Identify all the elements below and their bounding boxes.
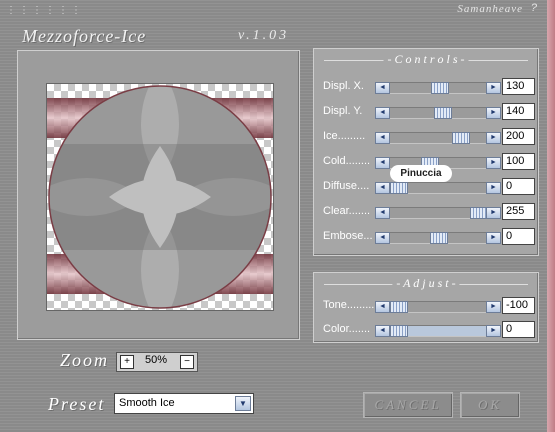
help-icon[interactable]: ?: [531, 2, 537, 14]
slider-thumb[interactable]: [430, 232, 448, 244]
controls-panel: - C o n t r o l s - Displ. X. ◄ ► 130 Displ.…: [313, 48, 539, 256]
slider-right-arrow-icon[interactable]: ►: [486, 107, 501, 119]
window-edge: [547, 0, 555, 432]
slider-track[interactable]: ◄ ►: [375, 82, 501, 94]
watermark-badge: Pinuccia: [390, 165, 452, 182]
adjust-panel: - A d j u s t - Tone......... ◄ ► -100 Color…: [313, 272, 539, 343]
zoom-in-button[interactable]: +: [120, 355, 134, 369]
slider-label: Displ. Y.: [323, 105, 363, 117]
slider-right-arrow-icon[interactable]: ►: [486, 182, 501, 194]
slider-value-input[interactable]: 0: [502, 178, 535, 195]
slider-value-input[interactable]: 140: [502, 103, 535, 120]
slider-label: Ice.........: [323, 130, 366, 142]
preset-dropdown[interactable]: Smooth Ice ▼: [114, 393, 254, 414]
slider-track[interactable]: ◄ ►: [375, 132, 501, 144]
slider-label: Diffuse....: [323, 180, 370, 192]
filter-title: Mezzoforce-Ice: [22, 26, 147, 46]
preview-panel: [17, 50, 300, 340]
slider-left-arrow-icon[interactable]: ◄: [375, 82, 390, 94]
brand-label: Samanheave: [457, 3, 523, 15]
slider-label: Displ. X.: [323, 80, 364, 92]
slider-right-arrow-icon[interactable]: ►: [486, 232, 501, 244]
slider-value-input[interactable]: 255: [502, 203, 535, 220]
preset-label: Preset: [48, 394, 106, 414]
zoom-label: Zoom: [60, 350, 110, 370]
slider-left-arrow-icon[interactable]: ◄: [375, 107, 390, 119]
slider-thumb[interactable]: [431, 82, 449, 94]
slider-label: Color.......: [323, 323, 371, 335]
slider-value-input[interactable]: 130: [502, 78, 535, 95]
slider-track[interactable]: ◄ ►: [375, 207, 501, 219]
slider-right-arrow-icon[interactable]: ►: [486, 132, 501, 144]
version-label: v.1.03: [238, 28, 290, 43]
slider-label: Cold........: [323, 155, 371, 167]
slider-left-arrow-icon[interactable]: ◄: [375, 325, 390, 337]
slider-value-input[interactable]: -100: [502, 297, 535, 314]
slider-thumb[interactable]: [390, 182, 408, 194]
slider-left-arrow-icon[interactable]: ◄: [375, 232, 390, 244]
slider-left-arrow-icon[interactable]: ◄: [375, 132, 390, 144]
zoom-control: + 50% −: [116, 352, 198, 372]
cancel-button[interactable]: CANCEL: [363, 392, 453, 418]
preview-image: [47, 85, 273, 309]
zoom-out-button[interactable]: −: [180, 355, 194, 369]
chevron-down-icon[interactable]: ▼: [235, 396, 251, 411]
adjust-heading: - A d j u s t -: [392, 276, 460, 291]
slider-thumb[interactable]: [390, 325, 408, 337]
slider-value-input[interactable]: 0: [502, 321, 535, 338]
preset-selected: Smooth Ice: [119, 397, 175, 409]
slider-right-arrow-icon[interactable]: ►: [486, 82, 501, 94]
slider-track[interactable]: ◄ ►: [375, 232, 501, 244]
slider-value-input[interactable]: 200: [502, 128, 535, 145]
grip-icon[interactable]: ⋮⋮⋮⋮⋮⋮: [6, 5, 84, 16]
title-bar[interactable]: ⋮⋮⋮⋮⋮⋮ Samanheave ?: [0, 0, 547, 18]
slider-thumb[interactable]: [390, 301, 408, 313]
controls-heading: - C o n t r o l s -: [383, 52, 469, 67]
ok-button[interactable]: OK: [460, 392, 520, 418]
slider-value-input[interactable]: 100: [502, 153, 535, 170]
slider-value-input[interactable]: 0: [502, 228, 535, 245]
slider-left-arrow-icon[interactable]: ◄: [375, 207, 390, 219]
slider-track[interactable]: ◄ ►: [375, 107, 501, 119]
slider-left-arrow-icon[interactable]: ◄: [375, 157, 390, 169]
slider-right-arrow-icon[interactable]: ►: [486, 301, 501, 313]
slider-right-arrow-icon[interactable]: ►: [486, 325, 501, 337]
slider-right-arrow-icon[interactable]: ►: [486, 207, 501, 219]
slider-thumb[interactable]: [434, 107, 452, 119]
slider-track[interactable]: ◄ ►: [375, 325, 501, 337]
zoom-value: 50%: [145, 354, 168, 366]
slider-right-arrow-icon[interactable]: ►: [486, 157, 501, 169]
slider-left-arrow-icon[interactable]: ◄: [375, 182, 390, 194]
preview-canvas[interactable]: [46, 83, 274, 311]
slider-left-arrow-icon[interactable]: ◄: [375, 301, 390, 313]
slider-label: Embose...: [323, 230, 373, 242]
slider-track[interactable]: ◄ ►: [375, 182, 501, 194]
slider-thumb[interactable]: [452, 132, 470, 144]
slider-label: Clear.......: [323, 205, 371, 217]
slider-label: Tone.........: [323, 299, 375, 311]
slider-track[interactable]: ◄ ►: [375, 301, 501, 313]
